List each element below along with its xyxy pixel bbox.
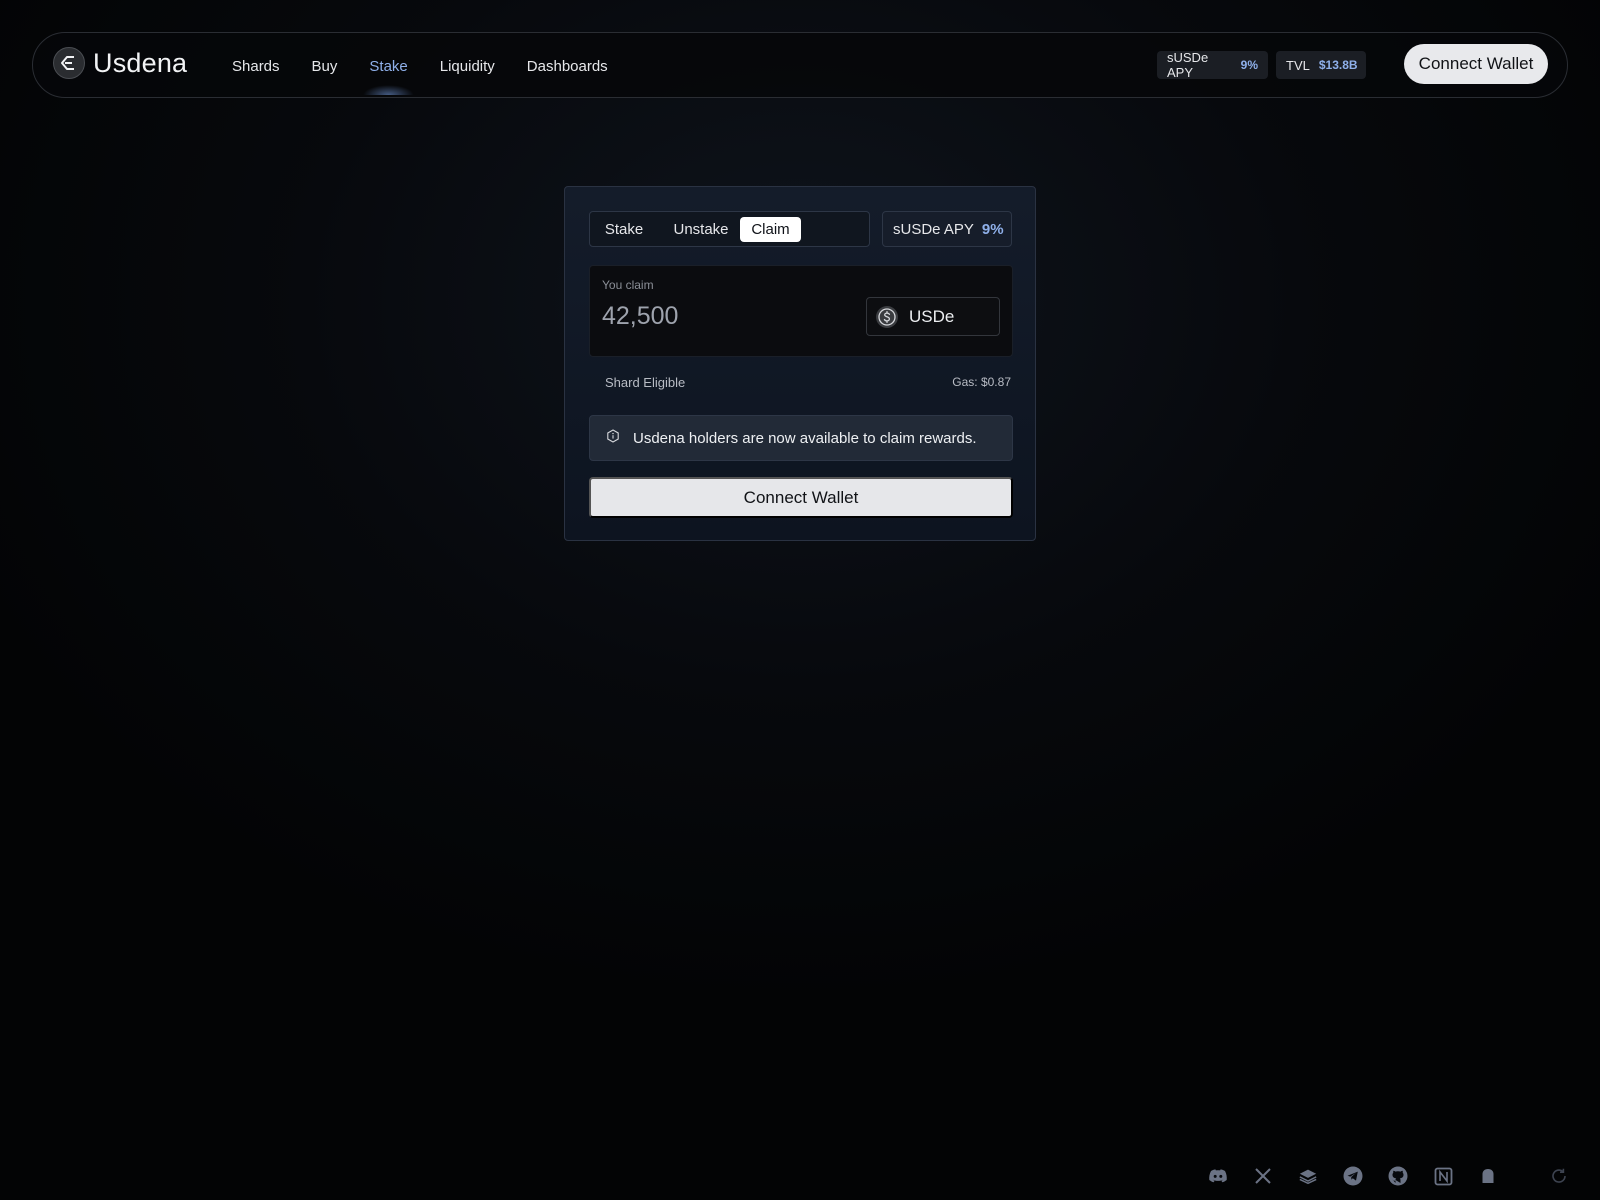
- stake-card: Stake Unstake Claim sUSDe APY 9% You cla…: [564, 186, 1036, 541]
- claim-amount-input[interactable]: 42,500: [602, 302, 678, 331]
- header-apy-stat: sUSDe APY 9%: [1157, 50, 1268, 80]
- claim-notice: Usdena holders are now available to clai…: [589, 415, 1013, 461]
- token-selector[interactable]: USDe: [866, 297, 1000, 336]
- github-icon[interactable]: [1388, 1166, 1408, 1186]
- header-tvl-label: TVL: [1286, 57, 1310, 73]
- top-navbar: Usdena Shards Buy Stake Liquidity Dashbo…: [32, 32, 1568, 98]
- connect-wallet-button[interactable]: Connect Wallet: [589, 477, 1013, 518]
- nav-link-buy[interactable]: Buy: [312, 58, 338, 75]
- stake-mode-tabs: Stake Unstake Claim: [589, 211, 870, 247]
- nav-link-stake[interactable]: Stake: [363, 58, 415, 95]
- discord-icon[interactable]: [1208, 1166, 1228, 1186]
- notice-text: Usdena holders are now available to clai…: [633, 429, 977, 447]
- usdena-logo-icon: [53, 47, 85, 79]
- x-icon[interactable]: [1253, 1166, 1273, 1186]
- header-tvl-stat: TVL $13.8B: [1276, 51, 1366, 79]
- card-apy-value: 9%: [981, 220, 1004, 238]
- token-name: USDe: [909, 306, 955, 326]
- shard-eligible-label: Shard Eligible: [605, 375, 686, 390]
- header-tvl-value: $13.8B: [1318, 58, 1358, 72]
- gas-estimate: Gas: $0.87: [952, 375, 1011, 389]
- brand-name: Usdena: [93, 47, 188, 78]
- claim-label: You claim: [602, 278, 654, 292]
- claim-amount-panel: You claim 42,500 USDe: [589, 265, 1013, 357]
- nav-link-shards[interactable]: Shards: [232, 58, 280, 75]
- dollar-coin-icon: [876, 305, 898, 328]
- tab-stake[interactable]: Stake: [600, 217, 648, 242]
- card-apy-label: sUSDe APY: [893, 220, 974, 238]
- header-apy-value: 9%: [1240, 58, 1258, 72]
- tab-claim[interactable]: Claim: [740, 217, 801, 242]
- main-nav: Shards Buy Stake Liquidity Dashboards: [232, 33, 640, 99]
- ghost-icon[interactable]: [1478, 1166, 1498, 1186]
- brand[interactable]: Usdena: [53, 47, 187, 79]
- telegram-icon[interactable]: [1343, 1166, 1363, 1186]
- card-apy-badge: sUSDe APY 9%: [882, 211, 1012, 247]
- header-connect-wallet-button[interactable]: Connect Wallet: [1404, 44, 1548, 84]
- notion-icon[interactable]: [1433, 1166, 1453, 1186]
- refresh-icon[interactable]: [1550, 1167, 1568, 1185]
- nav-link-liquidity[interactable]: Liquidity: [440, 58, 495, 75]
- nav-link-dashboards[interactable]: Dashboards: [527, 58, 608, 75]
- header-apy-label: sUSDe APY: [1167, 50, 1209, 80]
- layers-icon[interactable]: [1298, 1166, 1318, 1186]
- social-links: [1208, 1164, 1523, 1188]
- info-hexagon-icon: [606, 428, 620, 448]
- tab-unstake[interactable]: Unstake: [668, 217, 734, 242]
